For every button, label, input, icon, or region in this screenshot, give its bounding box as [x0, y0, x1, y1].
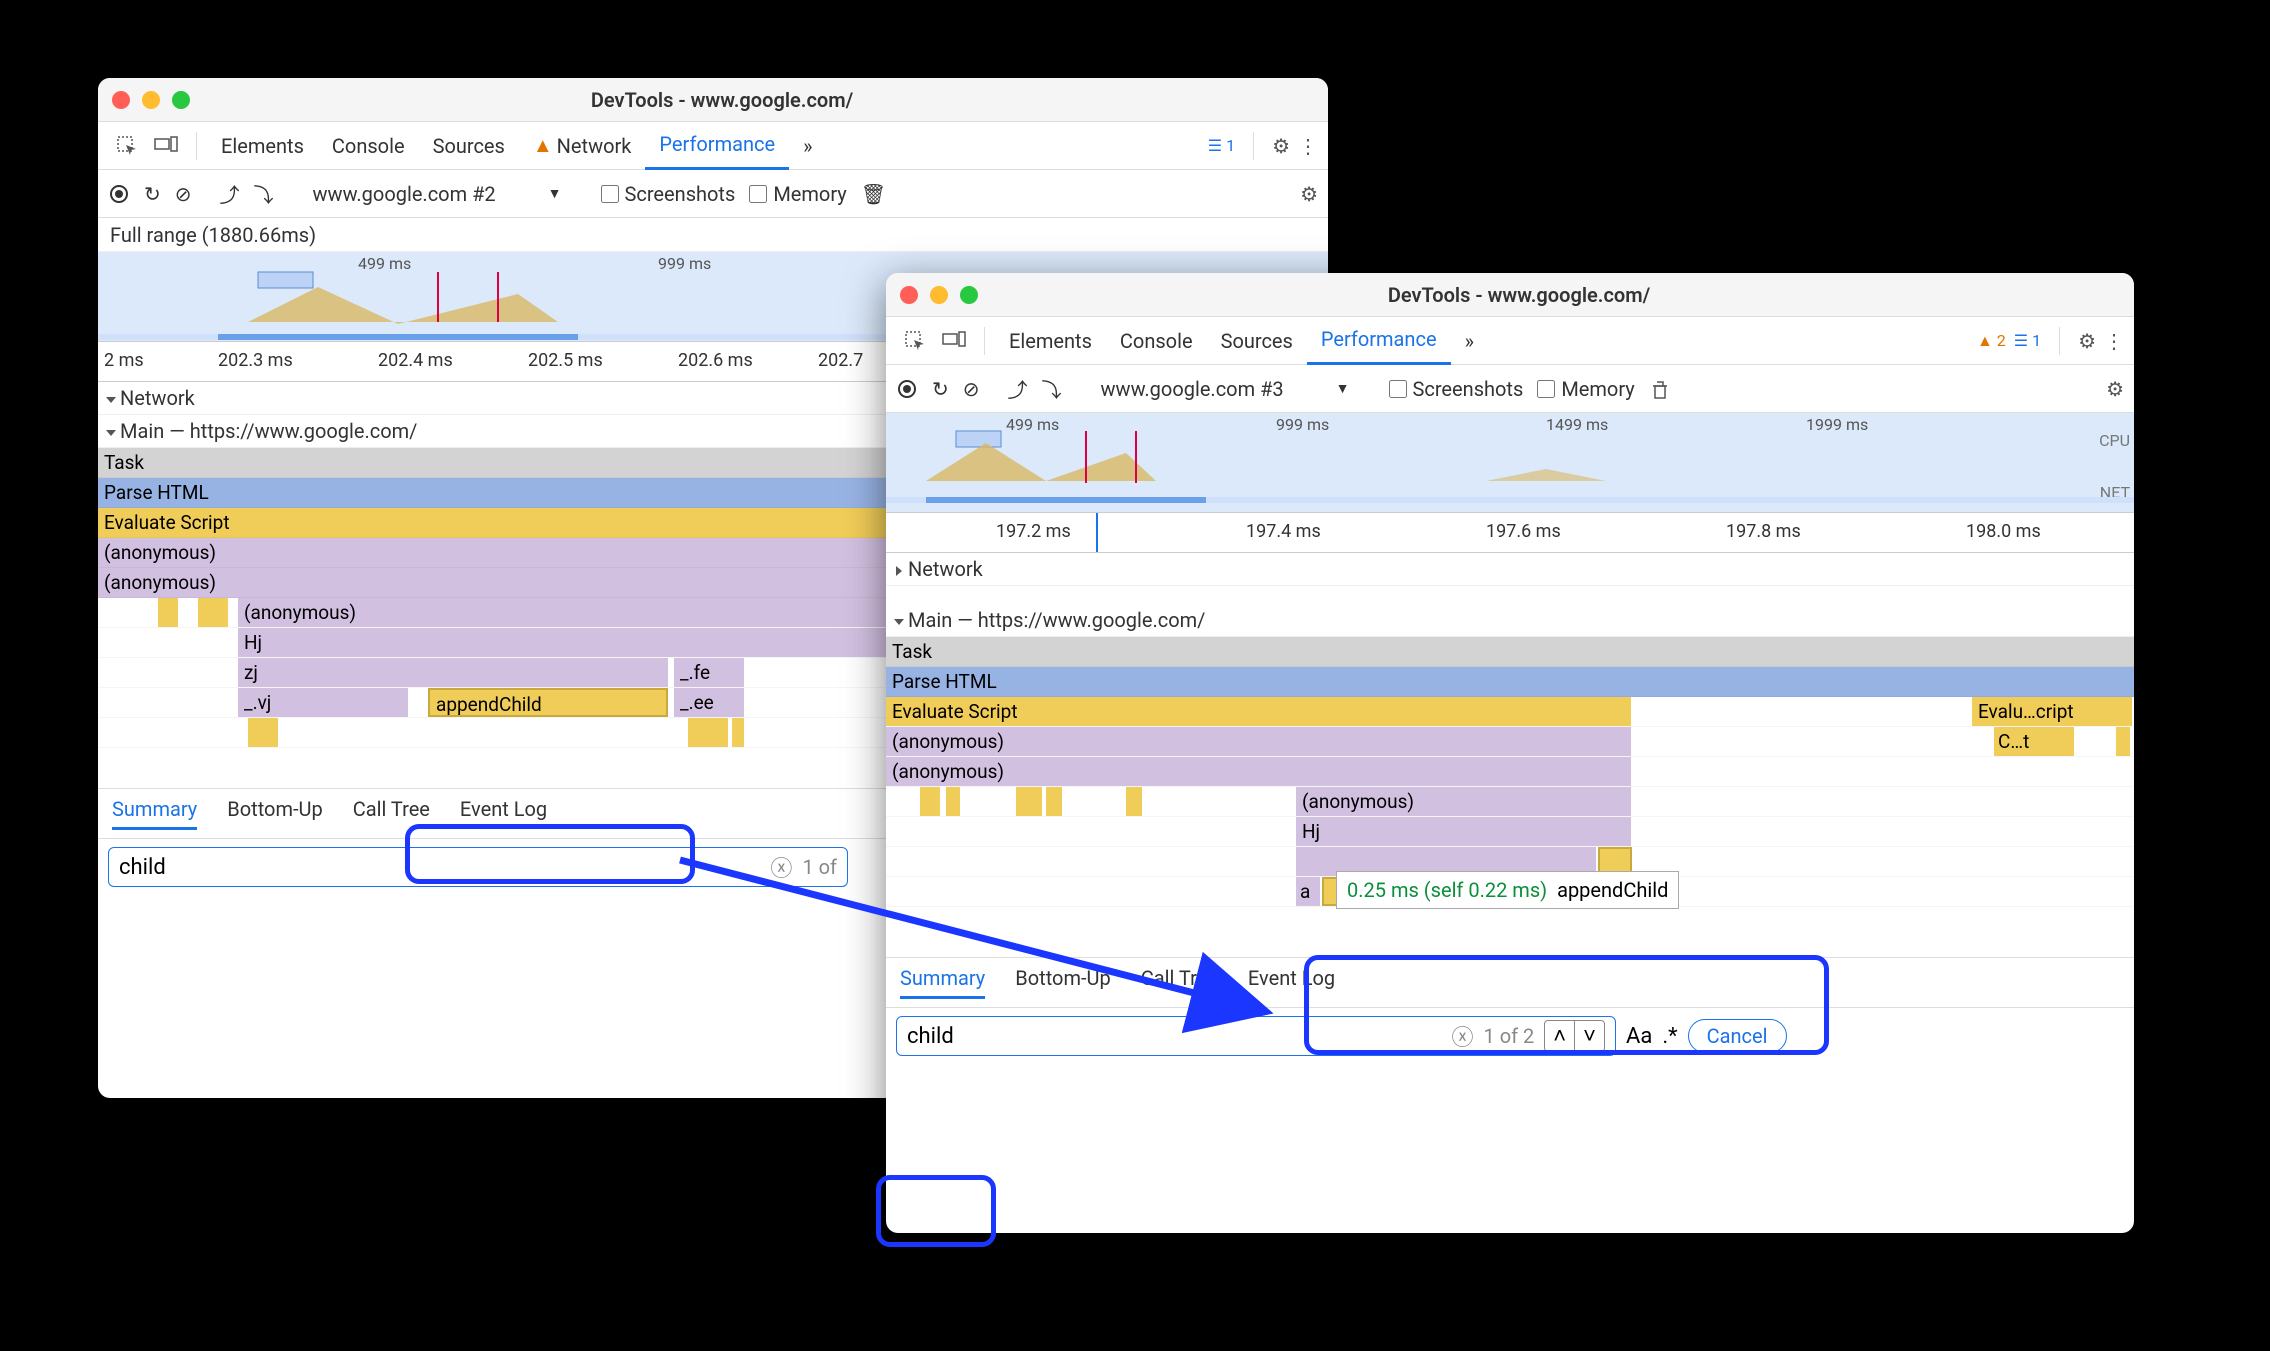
flame-fn-zj[interactable]: zj [238, 658, 668, 687]
download-icon[interactable]: ⤵ [1042, 374, 1062, 403]
screenshots-checkbox[interactable]: Screenshots [1389, 377, 1524, 401]
tab-performance[interactable]: Performance [1307, 317, 1451, 365]
flame-task[interactable]: Task [886, 637, 2134, 667]
close-icon[interactable] [112, 91, 130, 109]
gear-icon[interactable]: ⚙ [2078, 329, 2096, 353]
tab-network[interactable]: ▲Network [519, 122, 646, 170]
panel-tab-bottomup[interactable]: Bottom-Up [227, 797, 322, 830]
flame-eval-script[interactable]: Evaluate Script [886, 697, 1631, 726]
perf-settings-icon[interactable]: ⚙ [2106, 377, 2124, 401]
flame-fn[interactable]: C…t [1994, 727, 2074, 756]
ruler-tick: 197.6 ms [1486, 521, 1561, 542]
record-icon[interactable] [896, 378, 918, 400]
ruler-tick: 202.3 ms [218, 350, 293, 371]
perf-settings-icon[interactable]: ⚙ [1300, 182, 1318, 206]
flame-fn-ee[interactable]: _.ee [674, 688, 744, 717]
kebab-icon[interactable]: ⋮ [1298, 134, 1318, 158]
memory-checkbox[interactable]: Memory [749, 182, 846, 206]
tabs-more[interactable]: » [789, 122, 826, 170]
flame-anonymous[interactable]: (anonymous) [1296, 787, 1631, 816]
flame-appendchild[interactable]: appendChild [428, 688, 668, 717]
messages-badge[interactable]: ☰ 1 [2014, 331, 2041, 350]
flame-fn-fe[interactable]: _.fe [674, 658, 744, 687]
gear-icon[interactable]: ⚙ [1272, 134, 1290, 158]
range-label: Full range (1880.66ms) [98, 218, 1328, 252]
warnings-badge[interactable]: ▲ 2 [1977, 331, 2006, 351]
ruler-tick: 202.4 ms [378, 350, 453, 371]
device-icon[interactable] [154, 136, 178, 156]
annotation-highlight [876, 1175, 996, 1247]
tab-elements[interactable]: Elements [207, 122, 318, 170]
ruler-tick: 202.5 ms [528, 350, 603, 371]
tab-performance[interactable]: Performance [645, 122, 789, 170]
tab-console[interactable]: Console [318, 122, 419, 170]
devtools-tabbar: Elements Console Sources Performance » ▲… [886, 317, 2134, 365]
track-main[interactable]: Main — https://www.google.com/ [886, 604, 2134, 637]
window-title: DevTools - www.google.com/ [918, 283, 2120, 307]
flame-parse-html[interactable]: Parse HTML [886, 667, 2134, 697]
upload-icon[interactable]: ⤴ [1008, 374, 1028, 403]
tab-console[interactable]: Console [1106, 317, 1207, 365]
flame-anonymous[interactable]: (anonymous) [886, 757, 1631, 786]
inspect-icon[interactable] [904, 330, 926, 352]
device-icon[interactable] [942, 331, 966, 351]
window-titlebar: DevTools - www.google.com/ [886, 273, 2134, 317]
clear-icon[interactable]: ⊘ [175, 182, 192, 206]
tab-elements[interactable]: Elements [995, 317, 1106, 365]
ruler-tick: 202.6 ms [678, 350, 753, 371]
profile-select[interactable]: www.google.com #3▼ [1090, 374, 1361, 404]
window-title: DevTools - www.google.com/ [130, 88, 1314, 112]
collect-garbage-icon[interactable] [1649, 378, 1671, 400]
ruler-tick: 2 ms [104, 350, 144, 371]
ruler-tick: 197.4 ms [1246, 521, 1321, 542]
screenshots-checkbox[interactable]: Screenshots [601, 182, 736, 206]
tabs-more[interactable]: » [1451, 317, 1488, 365]
flame-anonymous[interactable]: (anonymous) [886, 727, 1631, 756]
flame-eval-script[interactable]: Evalu…cript [1972, 697, 2132, 726]
time-ruler[interactable]: 197.2 ms 197.4 ms 197.6 ms 197.8 ms 198.… [886, 513, 2134, 553]
annotation-arrow [600, 830, 1320, 1050]
clear-icon[interactable]: ⊘ [963, 377, 980, 401]
flame-tooltip: 0.25 ms (self 0.22 ms) appendChild [1336, 871, 1679, 909]
window-titlebar: DevTools - www.google.com/ [98, 78, 1328, 122]
kebab-icon[interactable]: ⋮ [2104, 329, 2124, 353]
timeline-overview[interactable]: 499 ms 999 ms 1499 ms 1999 ms CPU NET [886, 413, 2134, 513]
record-icon[interactable] [108, 183, 130, 205]
annotation-highlight [1304, 955, 1829, 1055]
perf-toolbar: ↻ ⊘ ⤴ ⤵ www.google.com #2▼ Screenshots M… [98, 170, 1328, 218]
tooltip-self-time: (self 0.22 ms) [1424, 878, 1547, 902]
trash-icon[interactable]: 🗑 [861, 182, 886, 206]
memory-checkbox[interactable]: Memory [1537, 377, 1634, 401]
ruler-tick: 197.8 ms [1726, 521, 1801, 542]
flame-fn-hj[interactable]: Hj [1296, 817, 1631, 846]
ruler-tick: 202.7 [818, 350, 863, 371]
messages-badge[interactable]: ☰ 1 [1208, 136, 1235, 155]
profile-select[interactable]: www.google.com #2▼ [302, 179, 573, 209]
ruler-tick: 197.2 ms [996, 521, 1071, 542]
inspect-icon[interactable] [116, 135, 138, 157]
tooltip-total-time: 0.25 ms [1347, 878, 1419, 902]
flame-fn-vj[interactable]: _.vj [238, 688, 408, 717]
tab-sources[interactable]: Sources [419, 122, 519, 170]
reload-icon[interactable]: ↻ [932, 377, 949, 401]
download-icon[interactable]: ⤵ [254, 179, 274, 208]
tooltip-name: appendChild [1557, 878, 1668, 902]
devtools-tabbar: Elements Console Sources ▲Network Perfor… [98, 122, 1328, 170]
tab-sources[interactable]: Sources [1207, 317, 1307, 365]
perf-toolbar: ↻ ⊘ ⤴ ⤵ www.google.com #3▼ Screenshots M… [886, 365, 2134, 413]
reload-icon[interactable]: ↻ [144, 182, 161, 206]
upload-icon[interactable]: ⤴ [220, 179, 240, 208]
close-icon[interactable] [900, 286, 918, 304]
track-network[interactable]: Network [886, 553, 2134, 586]
panel-tab-summary[interactable]: Summary [112, 797, 197, 830]
ruler-tick: 198.0 ms [1966, 521, 2041, 542]
